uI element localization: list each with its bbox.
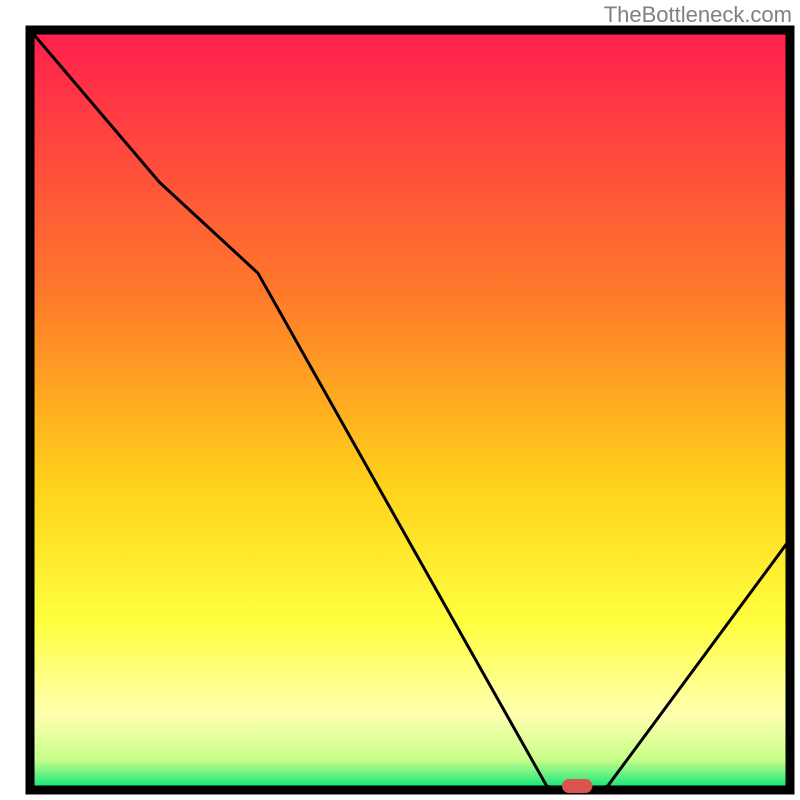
optimal-marker	[562, 779, 592, 793]
attribution-label: TheBottleneck.com	[604, 2, 792, 28]
bottleneck-chart: TheBottleneck.com	[0, 0, 800, 800]
plot-background	[30, 30, 790, 790]
chart-svg	[0, 0, 800, 800]
